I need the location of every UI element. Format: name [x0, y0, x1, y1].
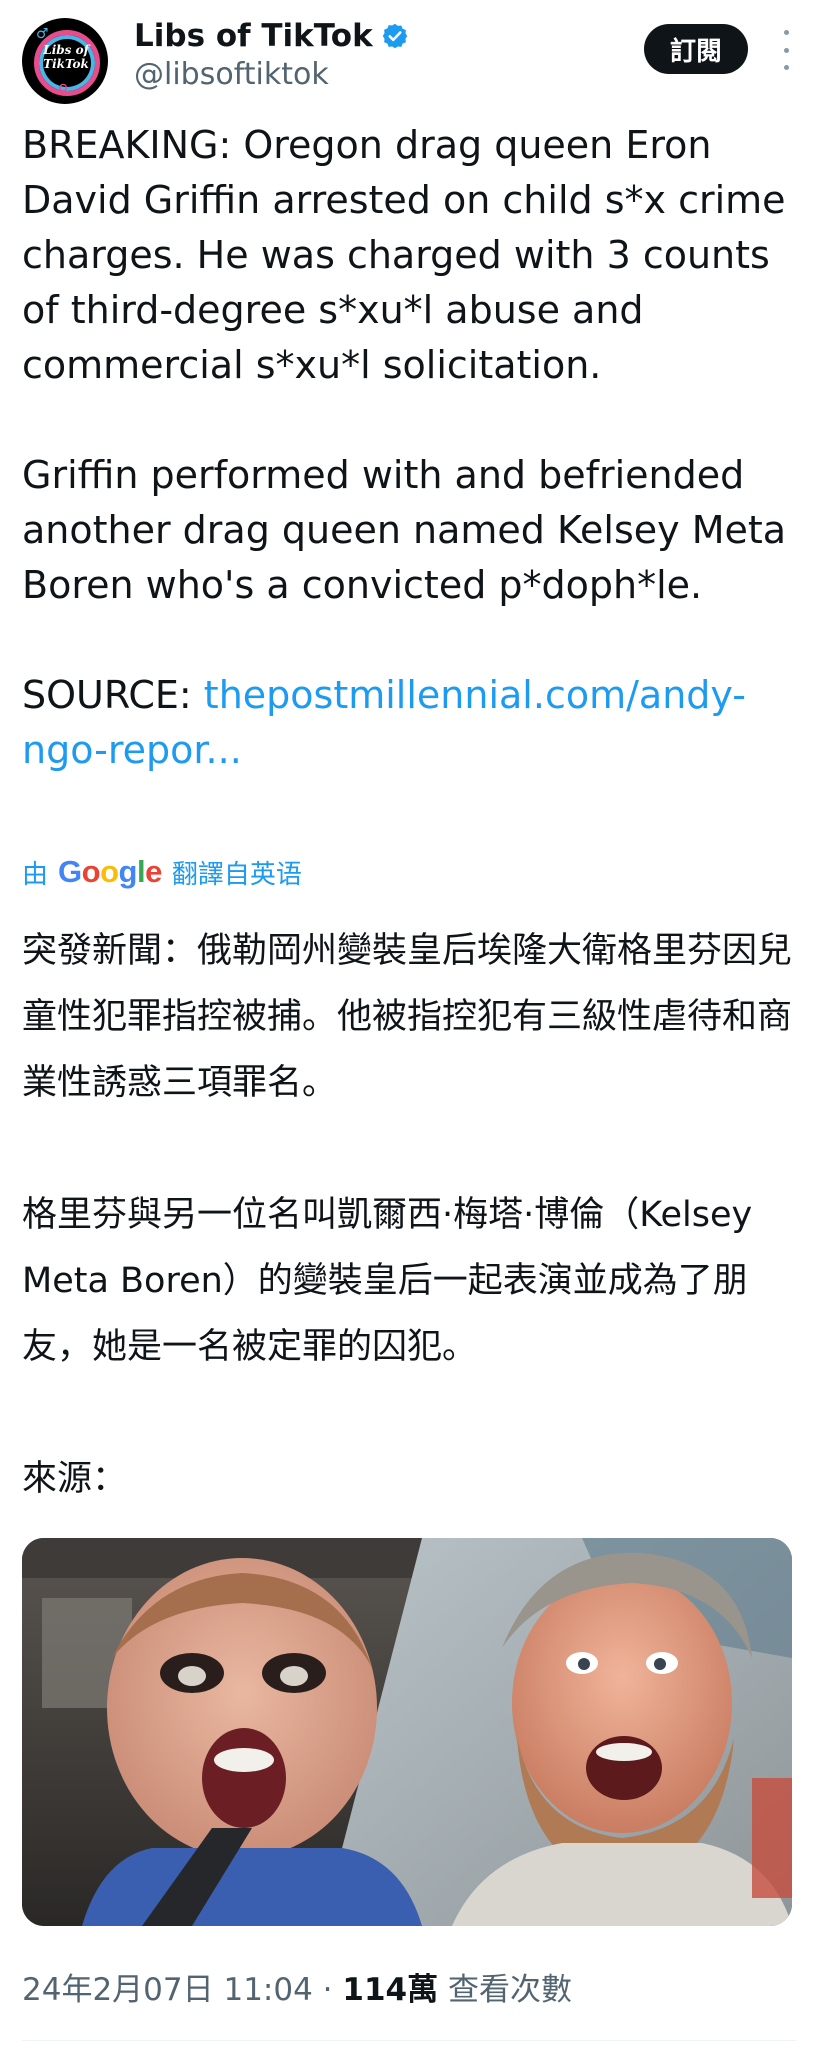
translated-body: 突發新聞：俄勒岡州變裝皇后埃隆大衛格里芬因兒童性犯罪指控被捕。他被指控犯有三級性… — [22, 918, 802, 1512]
translation-attribution[interactable]: 由 Google 翻譯自英语 — [22, 852, 302, 892]
tweet-paragraph: Griffin performed with and befriended an… — [22, 453, 787, 607]
author-handle[interactable]: @libsoftiktok — [134, 56, 409, 94]
views-count: 114萬 — [342, 1972, 439, 2008]
author-name-text: Libs of TikTok — [134, 18, 373, 54]
views-label: 查看次數 — [447, 1972, 572, 2008]
more-vertical-icon[interactable] — [776, 30, 796, 70]
translated-paragraph: 格里芬與另一位名叫凱爾西·梅塔·博倫（Kelsey Meta Boren）的變裝… — [22, 1195, 753, 1367]
female-symbol-icon: ♀ — [58, 82, 69, 98]
author-info: Libs of TikTok @libsoftiktok — [134, 16, 409, 94]
tweet-body: BREAKING: Oregon drag queen Eron David G… — [22, 118, 792, 778]
avatar-logo-text: Libs of TikTok — [43, 43, 89, 71]
tweet-meta: 24年2月07日 11:04 · 114萬 查看次數 — [22, 1970, 572, 2010]
source-label: SOURCE: — [22, 673, 192, 717]
translate-prefix: 由 — [22, 859, 49, 890]
tweet-header: ♂ Libs of TikTok ♀ Libs of TikTok @libso… — [22, 12, 796, 104]
divider — [22, 2040, 796, 2041]
verified-badge-icon — [382, 23, 407, 49]
author-display-name[interactable]: Libs of TikTok — [134, 16, 409, 56]
avatar[interactable]: ♂ Libs of TikTok ♀ — [22, 18, 108, 104]
photo-illustration — [22, 1538, 792, 1926]
google-logo: Google — [58, 854, 162, 889]
translated-paragraph: 突發新聞：俄勒岡州變裝皇后埃隆大衛格里芬因兒童性犯罪指控被捕。他被指控犯有三級性… — [22, 931, 793, 1103]
tweet-source: SOURCE: thepostmillennial.com/andy-ngo-r… — [22, 668, 792, 778]
subscribe-button[interactable]: 訂閱 — [643, 24, 748, 74]
tweet-paragraph: BREAKING: Oregon drag queen Eron David G… — [22, 123, 786, 387]
translate-suffix: 翻譯自英语 — [171, 859, 302, 890]
tweet-photo[interactable] — [22, 1538, 792, 1926]
translated-source-label: 來源： — [22, 1459, 128, 1499]
timestamp[interactable]: 24年2月07日 11:04 — [22, 1972, 313, 2008]
meta-separator: · — [322, 1972, 333, 2008]
